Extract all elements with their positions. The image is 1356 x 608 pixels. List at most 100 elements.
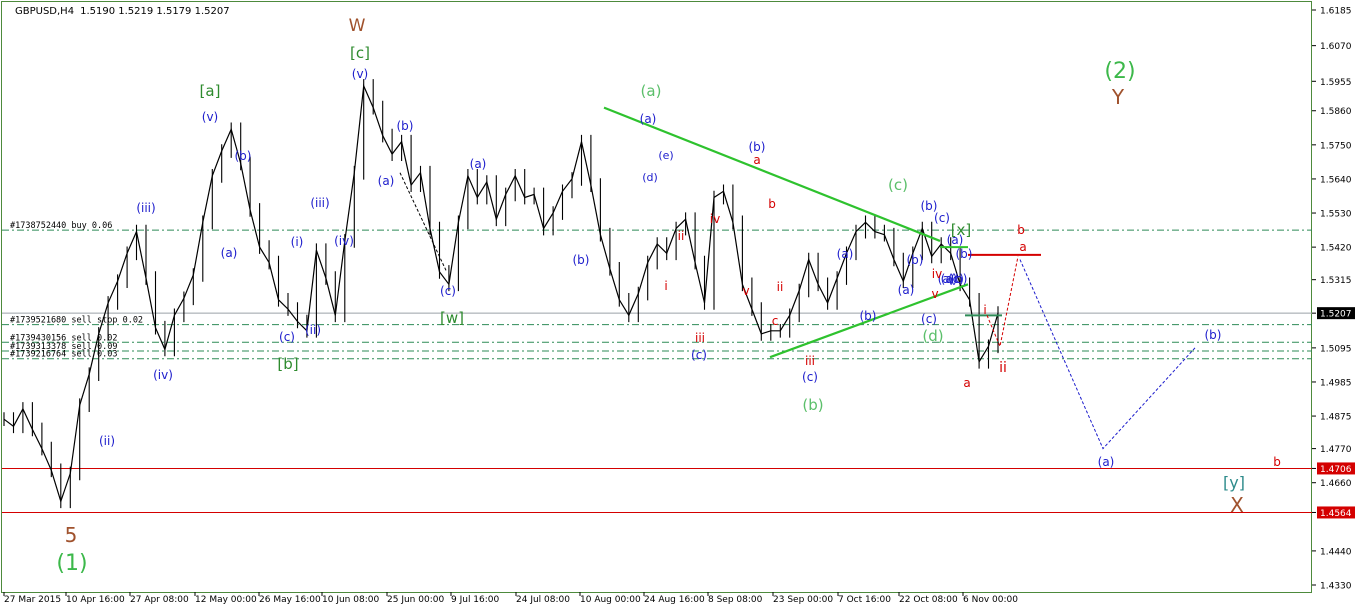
price-tag-text: 1.4706 xyxy=(1320,465,1352,475)
ohlc-values: 1.5190 1.5219 1.5179 1.5207 xyxy=(80,6,230,17)
wave-label: a xyxy=(1019,240,1026,254)
wave-label: (c) xyxy=(934,211,950,225)
wave-label: (ii) xyxy=(305,323,321,337)
wave-label: (a) xyxy=(641,82,662,100)
wave-label: (iv) xyxy=(153,368,173,382)
y-tick-label: 1.6185 xyxy=(1320,7,1352,17)
wave-label: a xyxy=(753,153,760,167)
wave-label: X xyxy=(1230,493,1244,517)
wave-label: [w] xyxy=(440,309,464,327)
y-tick-label: 1.5640 xyxy=(1320,175,1352,185)
wave-label: (b) xyxy=(921,199,938,213)
wave-label: v xyxy=(931,287,938,301)
wave-label: (c) xyxy=(691,348,707,362)
wave-label: (iii) xyxy=(310,196,329,210)
wave-label: (b) xyxy=(802,396,823,414)
x-tick-label: 24 Jul 08:00 xyxy=(516,595,570,605)
wave-label: v xyxy=(742,284,749,298)
x-tick-label: 7 Oct 16:00 xyxy=(838,595,891,605)
y-tick-label: 1.4875 xyxy=(1320,413,1352,423)
wave-label: (a) xyxy=(947,233,964,247)
wave-label: [y] xyxy=(1223,473,1245,492)
wave-label: (b) xyxy=(1205,328,1222,342)
wave-label: ii xyxy=(678,229,685,243)
y-tick-label: 1.5860 xyxy=(1320,107,1352,117)
price-line xyxy=(3,83,999,504)
wave-label: (b) xyxy=(573,253,590,267)
price-chart: GBPUSD,H4 1.5190 1.5219 1.5179 1.5207 #17… xyxy=(0,0,1356,608)
wave-label: [c] xyxy=(350,44,370,62)
wave-label: (c) xyxy=(802,370,818,384)
x-tick-label: 10 Apr 16:00 xyxy=(66,595,125,605)
wave-label: (ii) xyxy=(99,434,115,448)
price-tag-text: 1.5207 xyxy=(1320,310,1352,320)
price-tag-text: 1.4564 xyxy=(1320,509,1352,519)
wave-label: a xyxy=(963,376,970,390)
x-tick-label: 12 May 00:00 xyxy=(195,595,257,605)
wave-label: (b) xyxy=(951,272,968,286)
y-tick-label: 1.4330 xyxy=(1320,582,1352,592)
y-tick-label: 1.6070 xyxy=(1320,42,1352,52)
wave-label: iii xyxy=(695,331,705,345)
y-tick-label: 1.5315 xyxy=(1320,276,1352,286)
forecast-path-blue xyxy=(1019,259,1196,450)
wave-label: b xyxy=(1017,223,1025,237)
wave-label: (2) xyxy=(1104,59,1135,84)
wave-label: i xyxy=(664,279,667,293)
price-bars xyxy=(3,79,999,509)
x-tick-label: 6 Nov 00:00 xyxy=(963,595,1018,605)
level-label: #1739216764 sell 0.03 xyxy=(10,350,117,360)
wave-label: c xyxy=(772,314,779,328)
wave-label: iii xyxy=(805,354,815,368)
forecast-path-red xyxy=(986,256,1019,349)
wave-label: (b) xyxy=(397,119,414,133)
wave-label: i xyxy=(983,303,986,317)
x-tick-label: 27 Apr 08:00 xyxy=(130,595,189,605)
wave-label: Y xyxy=(1111,85,1125,109)
wave-label: (iv) xyxy=(334,234,354,248)
chart-header: GBPUSD,H4 1.5190 1.5219 1.5179 1.5207 xyxy=(15,6,230,17)
y-tick-label: 1.4770 xyxy=(1320,445,1352,455)
wave-label: iv xyxy=(932,267,942,281)
wave-label: (c) xyxy=(440,284,456,298)
wave-label: (v) xyxy=(352,67,368,81)
y-tick-label: 1.5095 xyxy=(1320,344,1352,354)
wave-label: (b) xyxy=(860,309,877,323)
x-tick-label: 26 May 16:00 xyxy=(259,595,321,605)
level-label: #1739521680 sell stop 0.02 xyxy=(10,316,143,326)
wave-label: iv xyxy=(710,212,720,226)
y-tick-label: 1.5420 xyxy=(1320,244,1352,254)
wave-label: (c) xyxy=(888,176,908,194)
wave-label: (b) xyxy=(907,253,924,267)
wave-label: [b] xyxy=(277,355,298,373)
symbol-timeframe: GBPUSD,H4 xyxy=(15,6,74,17)
y-tick-label: 1.4985 xyxy=(1320,378,1352,388)
wave-label: (c) xyxy=(921,312,937,326)
wave-label: 90% от W xyxy=(0,0,30,3)
wave-label: (d) xyxy=(642,171,658,184)
wave-label: (e) xyxy=(658,149,673,162)
x-tick-label: 22 Oct 08:00 xyxy=(899,595,958,605)
wave-label: (c) xyxy=(279,330,295,344)
wave-label: ii xyxy=(777,280,784,294)
wave-label: (i) xyxy=(291,235,304,249)
y-tick-label: 1.5955 xyxy=(1320,78,1352,88)
wave-label: (1) xyxy=(56,551,87,576)
level-label: #1738752440 buy 0.06 xyxy=(10,221,112,231)
wave-label: (iii) xyxy=(136,201,155,215)
wave-label: (b) xyxy=(749,140,766,154)
wave-label: (a) xyxy=(470,157,487,171)
wave-label: W xyxy=(349,16,366,36)
y-tick-label: 1.4660 xyxy=(1320,479,1352,489)
wave-label: (b) xyxy=(956,247,973,261)
chart-container: GBPUSD,H4 1.5190 1.5219 1.5179 1.5207 #17… xyxy=(0,0,1356,608)
y-tick-label: 1.5750 xyxy=(1320,141,1352,151)
x-tick-label: 25 Jun 00:00 xyxy=(387,595,444,605)
x-tick-label: 10 Jun 08:00 xyxy=(322,595,379,605)
x-tick-label: 10 Aug 00:00 xyxy=(580,595,641,605)
y-tick-label: 1.5530 xyxy=(1320,210,1352,220)
wave-label: (a) xyxy=(221,246,238,260)
x-tick-label: 9 Jul 16:00 xyxy=(451,595,500,605)
wave-label: (d) xyxy=(922,327,943,345)
wave-label: (a) xyxy=(378,174,395,188)
